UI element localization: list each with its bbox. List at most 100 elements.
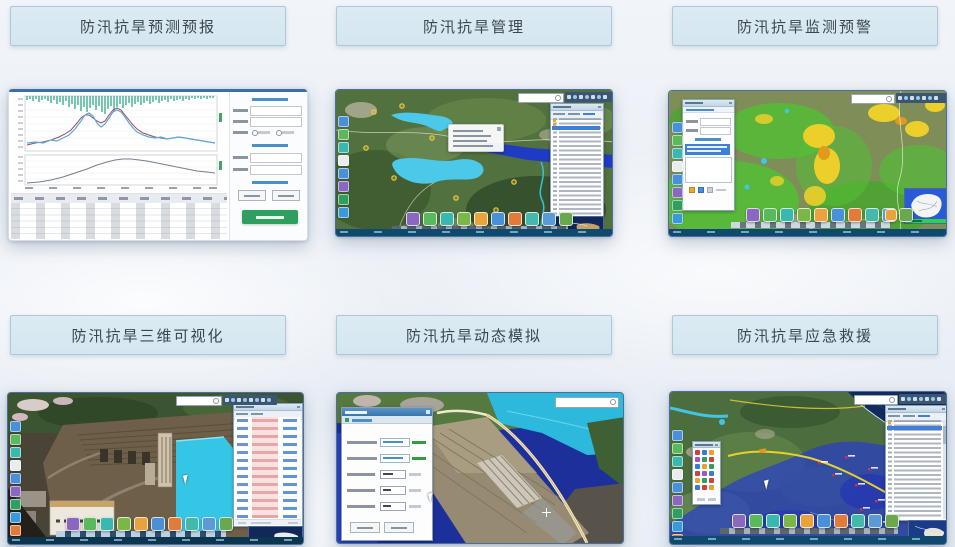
breach-location-field[interactable] [380, 438, 410, 447]
toolbar-icon[interactable] [901, 397, 905, 401]
extra-function-icon[interactable] [885, 209, 897, 221]
map-search-input[interactable] [851, 94, 895, 104]
tool-icon[interactable] [338, 155, 349, 166]
toolbar-icon[interactable] [919, 397, 923, 401]
function-icon[interactable] [491, 212, 505, 226]
symbol-icon[interactable] [709, 464, 714, 469]
toolbar-icon[interactable] [585, 95, 589, 99]
toolbar-icon[interactable] [573, 95, 577, 99]
map-search-input[interactable] [854, 395, 898, 405]
toolbar-icon[interactable] [567, 95, 571, 99]
tool-icon[interactable] [672, 200, 683, 211]
toolbar-icon[interactable] [249, 398, 253, 402]
symbol-icon[interactable] [695, 450, 700, 455]
tool-icon[interactable] [10, 473, 21, 484]
function-icon[interactable] [763, 208, 777, 222]
palette-button[interactable] [697, 498, 705, 501]
toolbar-icon[interactable] [579, 95, 583, 99]
function-icon[interactable] [134, 517, 148, 531]
tool-icon[interactable] [338, 168, 349, 179]
function-icon[interactable] [783, 514, 797, 528]
toolbar-icon[interactable] [907, 397, 911, 401]
section-title-monitoring[interactable]: 防汛抗旱监测预警 [672, 6, 938, 46]
section-title-simulation[interactable]: 防汛抗旱动态模拟 [336, 315, 612, 355]
tool-icon[interactable] [672, 456, 683, 467]
tool-icon[interactable] [10, 499, 21, 510]
breach-width-input[interactable] [380, 470, 406, 479]
function-icon[interactable] [440, 212, 454, 226]
function-icon[interactable] [848, 208, 862, 222]
tool-icon[interactable] [338, 142, 349, 153]
start-date-input[interactable] [700, 118, 731, 126]
symbol-icon[interactable] [695, 471, 700, 476]
map-search-input[interactable] [555, 397, 619, 408]
done-link[interactable] [412, 457, 426, 460]
tool-icon[interactable] [672, 174, 683, 185]
function-icon[interactable] [780, 208, 794, 222]
function-icon[interactable] [797, 208, 811, 222]
toolbar-icon[interactable] [231, 398, 235, 402]
selected-layer-row[interactable] [552, 126, 600, 130]
scheme-select[interactable] [250, 106, 302, 116]
toolbar-icon[interactable] [937, 397, 941, 401]
tool-icon[interactable] [672, 521, 683, 532]
toolbar-icon[interactable] [237, 398, 241, 402]
selected-result-row[interactable] [685, 144, 730, 155]
tool-icon[interactable] [10, 525, 21, 536]
query-link[interactable] [695, 138, 721, 141]
tool-icon[interactable] [672, 135, 683, 146]
tool-icon[interactable] [338, 207, 349, 218]
function-icon[interactable] [732, 514, 746, 528]
function-icon[interactable] [117, 517, 131, 531]
symbol-icon[interactable] [709, 450, 714, 455]
dialog-titlebar[interactable] [683, 100, 734, 107]
symbol-icon[interactable] [702, 464, 707, 469]
function-icon[interactable] [899, 208, 913, 222]
function-icon[interactable] [100, 517, 114, 531]
table-pager[interactable] [235, 519, 301, 525]
duration-input[interactable] [380, 502, 406, 511]
function-icon[interactable] [457, 212, 471, 226]
legend-button[interactable] [689, 187, 695, 193]
tool-icon[interactable] [10, 434, 21, 445]
toolbar-icon[interactable] [603, 95, 607, 99]
legend-button[interactable] [707, 187, 713, 193]
tool-icon[interactable] [338, 116, 349, 127]
toolbar-icon[interactable] [913, 397, 917, 401]
clear-result-button[interactable] [384, 522, 414, 533]
toolbar-icon[interactable] [931, 397, 935, 401]
function-icon[interactable] [834, 514, 848, 528]
function-icon[interactable] [151, 517, 165, 531]
toolbar-icon[interactable] [591, 95, 595, 99]
tool-icon[interactable] [338, 181, 349, 192]
layer-tree[interactable] [886, 419, 943, 520]
function-icon[interactable] [406, 212, 420, 226]
function-icon[interactable] [542, 212, 556, 226]
function-icon[interactable] [423, 212, 437, 226]
function-icon[interactable] [508, 212, 522, 226]
monitoring-screenshot[interactable] [668, 90, 947, 237]
function-icon[interactable] [168, 517, 182, 531]
panel-titlebar[interactable] [886, 406, 947, 413]
tool-icon[interactable] [672, 482, 683, 493]
function-icon[interactable] [851, 514, 865, 528]
function-icon[interactable] [814, 208, 828, 222]
selected-layer-row[interactable] [887, 426, 942, 430]
simulation-screenshot[interactable] [336, 392, 624, 544]
function-icon[interactable] [219, 517, 233, 531]
symbol-icon[interactable] [702, 478, 707, 483]
symbol-icon[interactable] [709, 485, 714, 490]
toolbar-icon[interactable] [261, 398, 265, 402]
symbol-icon[interactable] [702, 450, 707, 455]
tool-icon[interactable] [10, 460, 21, 471]
function-icon[interactable] [202, 517, 216, 531]
rescue-screenshot[interactable] [669, 391, 947, 545]
toolbar-icon[interactable] [934, 96, 938, 100]
tooltip-close-icon[interactable] [497, 127, 501, 131]
map-search-input[interactable] [518, 93, 564, 103]
toolbar-icon[interactable] [922, 96, 926, 100]
toolbar-icon[interactable] [916, 96, 920, 100]
toolbar-icon[interactable] [928, 96, 932, 100]
symbol-icon[interactable] [695, 478, 700, 483]
symbol-icon[interactable] [702, 471, 707, 476]
